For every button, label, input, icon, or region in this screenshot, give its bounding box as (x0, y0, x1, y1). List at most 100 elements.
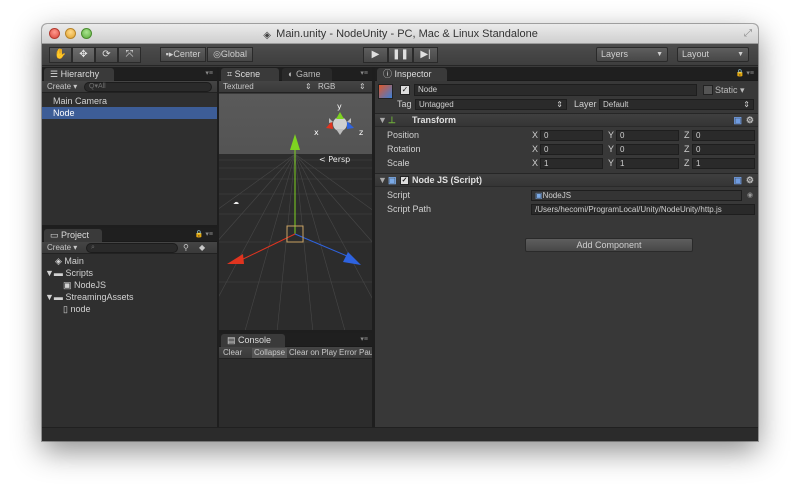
script-label: Script (387, 190, 411, 200)
move-icon[interactable]: ✥ (72, 47, 95, 63)
add-component-label: Add Component (576, 240, 642, 250)
project-item-main[interactable]: ◈ Main (42, 255, 217, 267)
project-search-input[interactable]: ⌕ (86, 243, 178, 253)
script-path-field[interactable]: /Users/hecomi/ProgramLocal/Unity/NodeUni… (531, 204, 755, 215)
project-item-streamingassets[interactable]: ▼▬ StreamingAssets (42, 291, 217, 303)
tab-hierarchy[interactable]: ☰ Hierarchy (44, 68, 114, 81)
space-label: Global (220, 49, 247, 59)
rotate-icon[interactable]: ⟳ (95, 47, 118, 63)
splitter-horizontal-center[interactable] (219, 330, 372, 333)
layers-dropdown[interactable]: Layers ▼ (596, 47, 668, 62)
scale-icon[interactable]: ⤧ (118, 47, 141, 63)
help-book-icon[interactable]: ▣ (733, 114, 742, 127)
object-name-field[interactable]: Node (414, 84, 697, 96)
pivot-space-toggle[interactable]: ◎Global (207, 47, 253, 62)
step-icon[interactable]: ▶| (413, 47, 438, 63)
filter-by-type-icon[interactable]: ⚲ (183, 243, 189, 253)
console-tab-label: Console (238, 335, 272, 345)
static-checkbox[interactable] (703, 85, 713, 95)
help-book-icon[interactable]: ▣ (733, 174, 742, 187)
gear-icon[interactable]: ⚙ (746, 114, 754, 127)
project-item-scripts[interactable]: ▼▬ Scripts (42, 267, 217, 279)
script-icon: ▣ (63, 280, 75, 290)
panel-menu-icon[interactable]: 🔒 ▾≡ (736, 69, 754, 77)
title-bar: ◈ Main.unity - NodeUnity - PC, Mac & Linu… (42, 24, 758, 44)
rotation-x-field[interactable]: 0 (540, 144, 603, 155)
active-checkbox[interactable]: ✓ (400, 85, 410, 95)
hand-icon[interactable]: ✋ (49, 47, 72, 63)
tab-scene[interactable]: ⌗ Scene (221, 68, 279, 81)
foldout-triangle-icon[interactable]: ▼ (378, 114, 387, 127)
tag-layer-row: Tag Untagged ⇕ Layer Default ⇕ (375, 98, 758, 111)
layers-label: Layers (601, 49, 629, 59)
light-icon[interactable]: ☁ (233, 199, 239, 206)
panel-menu-icon[interactable]: ▾≡ (360, 335, 368, 343)
script-object-field[interactable]: ▣NodeJS (531, 190, 742, 201)
gear-icon[interactable]: ⚙ (746, 174, 754, 187)
expand-triangle-icon[interactable]: ▼ (45, 268, 54, 278)
scale-z-field[interactable]: 1 (692, 158, 755, 169)
hierarchy-search-input[interactable]: Q▾All (84, 82, 212, 92)
scale-y-field[interactable]: 1 (616, 158, 679, 169)
tag-dropdown[interactable]: Untagged ⇕ (415, 99, 567, 110)
foldout-triangle-icon[interactable]: ▼ (378, 174, 387, 187)
tab-inspector[interactable]: ⓘ Inspector (377, 68, 447, 81)
fullscreen-icon[interactable]: ⤢ (744, 28, 752, 39)
panel-menu-icon[interactable]: ▾≡ (360, 69, 368, 77)
project-item-nodejs[interactable]: ▣ NodeJS (42, 279, 217, 291)
project-create-dropdown[interactable]: Create ▾ (47, 243, 77, 253)
channel-dropdown[interactable]: RGB (318, 82, 335, 92)
panel-menu-icon[interactable]: 🔒 ▾≡ (195, 230, 213, 238)
object-name-value: Node (418, 85, 438, 94)
render-mode-dropdown[interactable]: Textured (223, 82, 254, 92)
channel-caret-icon: ⇕ (305, 82, 312, 91)
pause-icon[interactable]: ❚❚ (388, 47, 413, 63)
transform-header[interactable]: ▼ ⊥ Transform ▣ ⚙ (375, 113, 758, 127)
position-z-field[interactable]: 0 (692, 130, 755, 141)
nodejs-script-header[interactable]: ▼ ▣ ✓ Node JS (Script) ▣ ⚙ (375, 173, 758, 187)
hierarchy-item-node[interactable]: Node (42, 107, 217, 119)
position-y-field[interactable]: 0 (616, 130, 679, 141)
object-picker-icon[interactable]: ◉ (747, 189, 753, 202)
unity-editor-window: ◈ Main.unity - NodeUnity - PC, Mac & Linu… (42, 24, 758, 441)
scale-x-field[interactable]: 1 (540, 158, 603, 169)
console-collapse-button[interactable]: Collapse (252, 348, 288, 358)
component-enabled-checkbox[interactable]: ✓ (400, 176, 409, 185)
scale-label: Scale (387, 158, 410, 168)
panel-menu-icon[interactable]: ▾≡ (205, 69, 213, 77)
splitter-vertical-left[interactable] (217, 67, 219, 427)
console-clear-on-play-button[interactable]: Clear on Play (289, 348, 337, 358)
expand-triangle-icon[interactable]: ▼ (45, 292, 54, 302)
tab-game[interactable]: ◐ Game (282, 68, 332, 81)
rotation-z-field[interactable]: 0 (692, 144, 755, 155)
transform-axes-icon: ⊥ (388, 115, 396, 125)
tab-project[interactable]: ▭ Project (44, 229, 102, 242)
rotation-z-value: 0 (696, 145, 701, 154)
splitter-horizontal-left[interactable] (42, 225, 217, 228)
console-clear-button[interactable]: Clear (223, 348, 242, 358)
console-error-pause-button[interactable]: Error Pau (339, 348, 372, 358)
window-title-text: Main.unity - NodeUnity - PC, Mac & Linux… (276, 28, 538, 40)
console-tabbar: ▤ Console ▾≡ (219, 333, 372, 347)
folder-icon: ▬ (53, 292, 66, 302)
folder-icon: ▭ (50, 230, 62, 240)
channel-label: RGB (318, 82, 336, 91)
layout-dropdown[interactable]: Layout ▼ (677, 47, 749, 62)
persp-label[interactable]: < Persp (319, 155, 350, 164)
position-x-field[interactable]: 0 (540, 130, 603, 141)
layer-dropdown[interactable]: Default ⇕ (599, 99, 754, 110)
tab-console[interactable]: ▤ Console (221, 334, 285, 347)
x-label: X (532, 158, 539, 168)
hierarchy-subbar: Create ▾ Q▾All (42, 81, 217, 93)
pivot-center-toggle[interactable]: ▪▸Center (160, 47, 206, 62)
play-icon[interactable]: ▶ (363, 47, 388, 63)
hierarchy-create-dropdown[interactable]: Create ▾ (47, 82, 77, 92)
filter-by-label-icon[interactable]: ◆ (199, 243, 205, 253)
console-toolbar: Clear Collapse Clear on Play Error Pau (219, 347, 372, 359)
scene-viewport[interactable]: ☁ y x z < Persp (219, 94, 372, 352)
add-component-button[interactable]: Add Component (525, 238, 693, 252)
splitter-vertical-right[interactable] (372, 67, 375, 427)
hierarchy-item-main-camera[interactable]: Main Camera (42, 95, 217, 107)
rotation-y-field[interactable]: 0 (616, 144, 679, 155)
project-item-node[interactable]: ▯ node (42, 303, 217, 315)
